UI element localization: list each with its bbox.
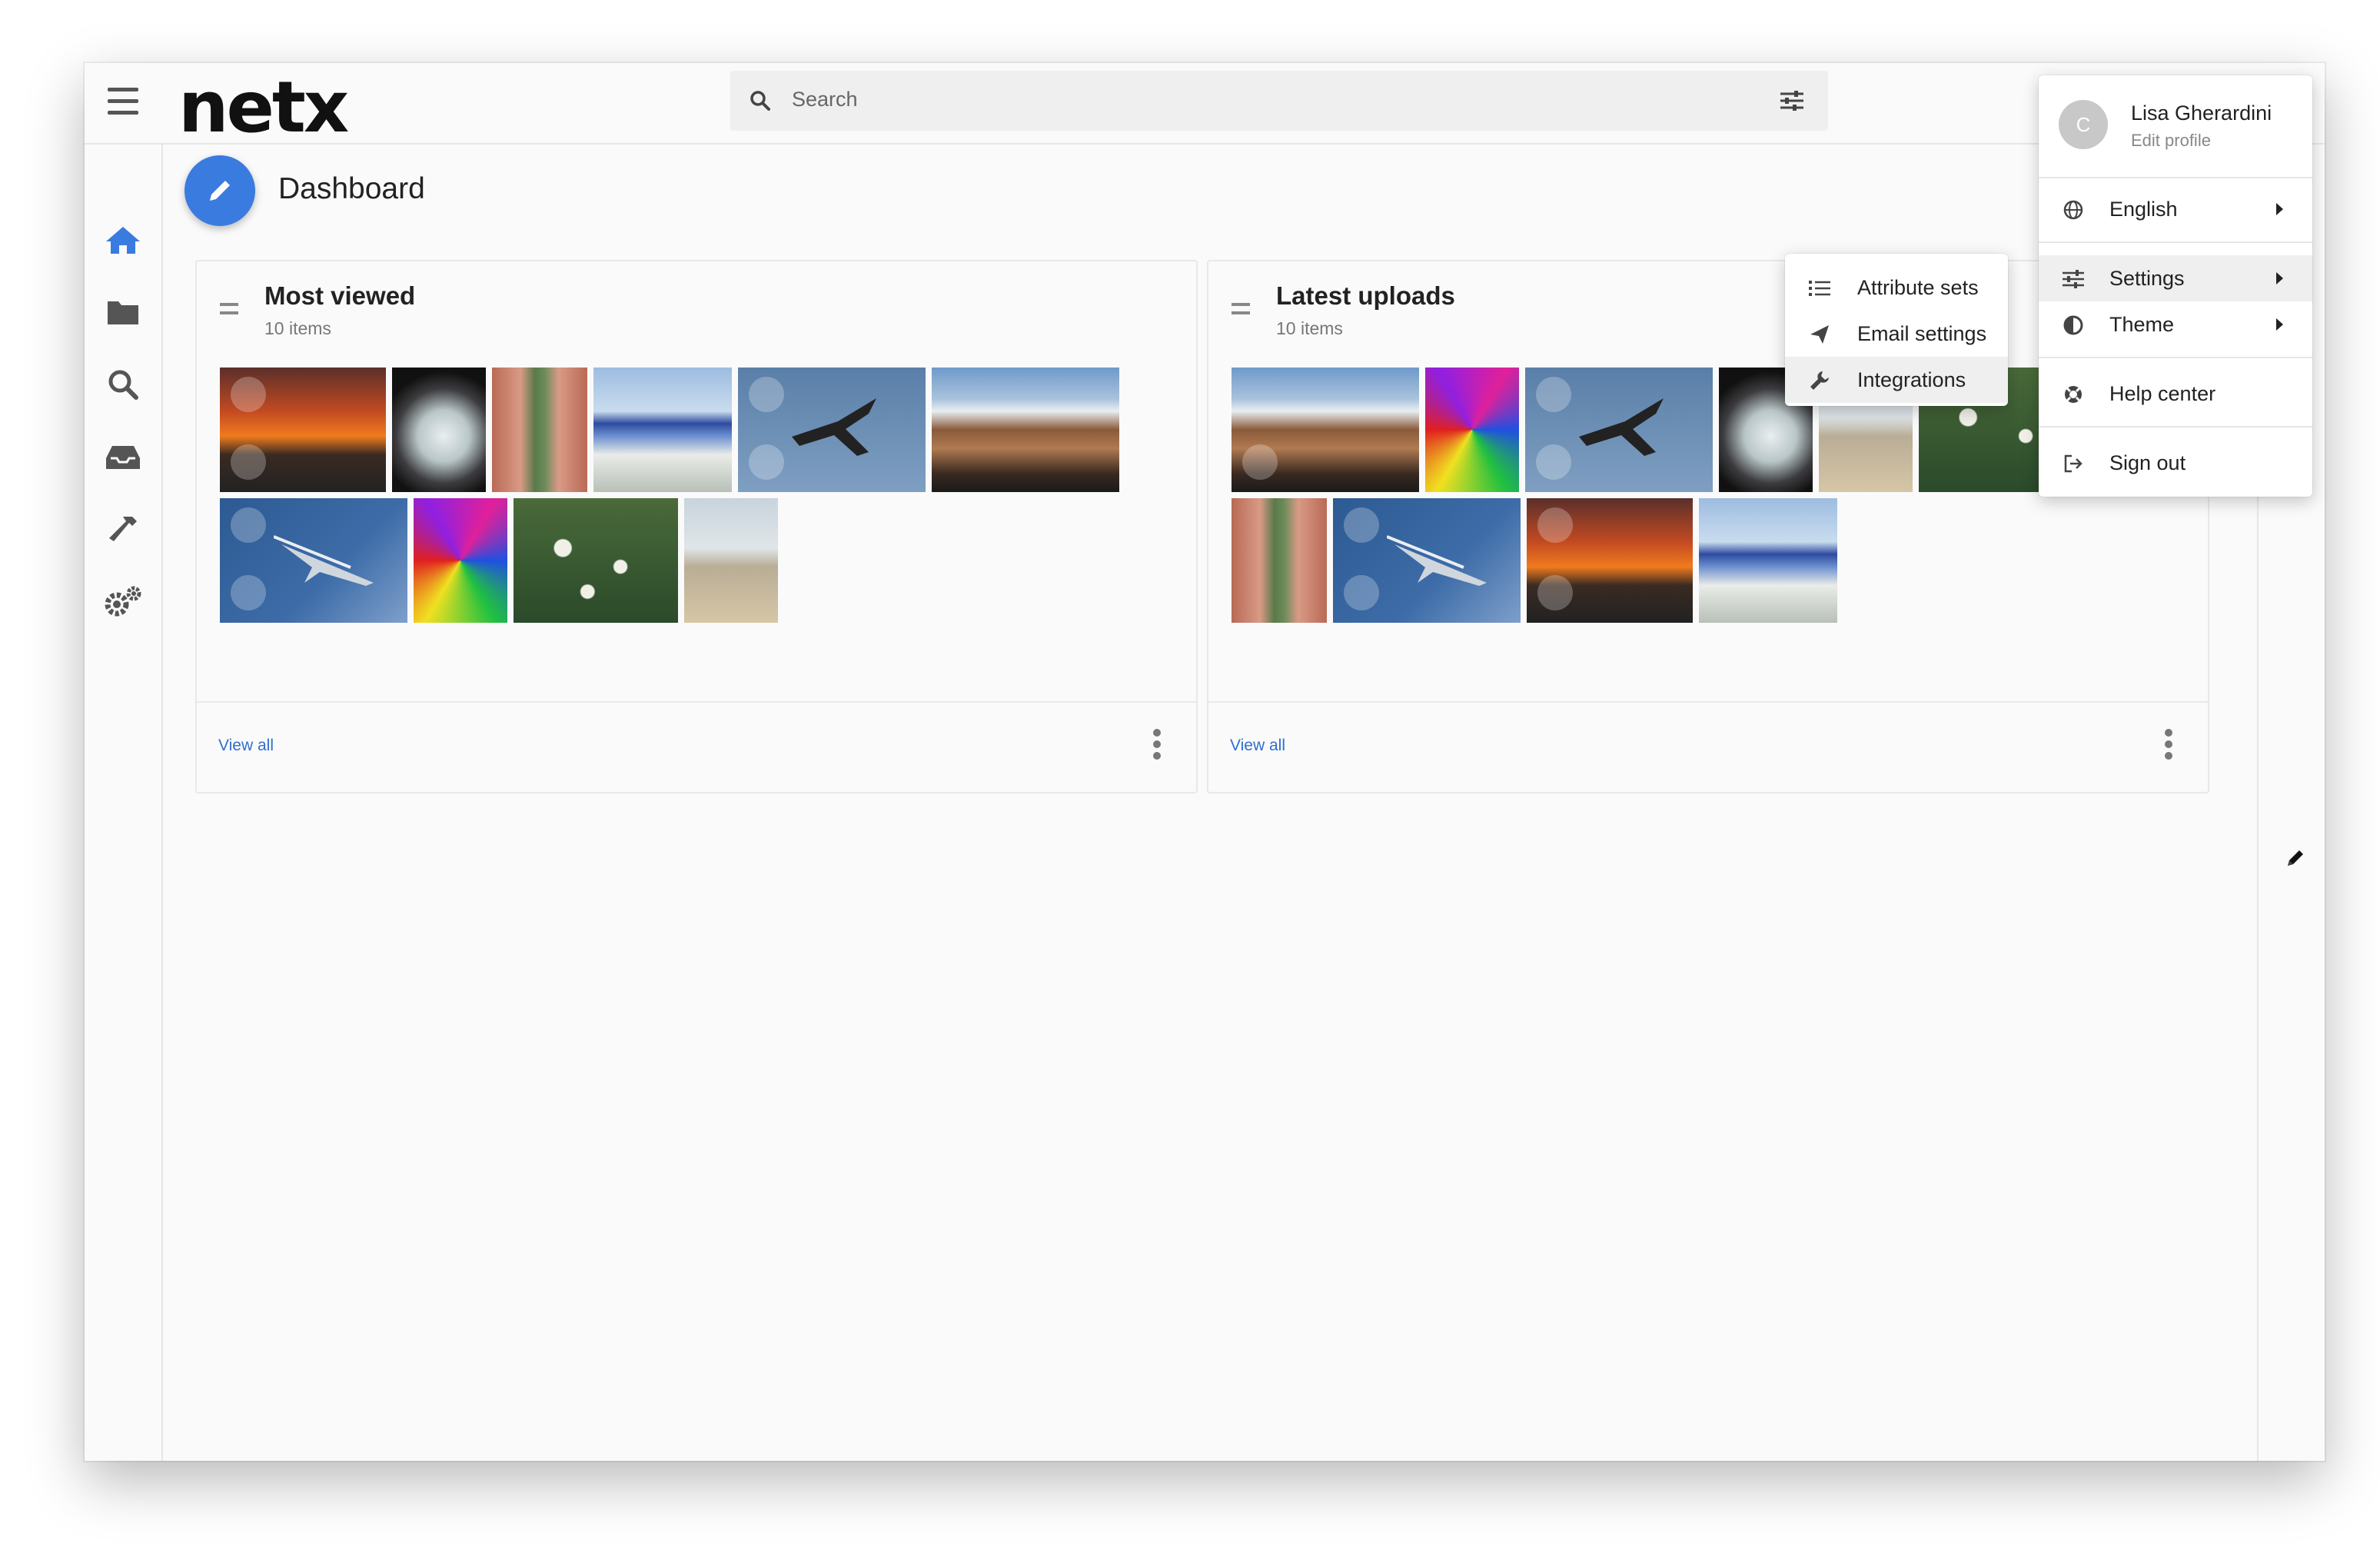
most-viewed-card: Most viewed 10 items View all xyxy=(195,260,1198,793)
thumbnail-succulent[interactable] xyxy=(392,368,486,492)
user-name: Lisa Gherardini xyxy=(2131,101,2272,125)
settings-gears-icon[interactable] xyxy=(103,581,143,621)
menu-icon[interactable] xyxy=(108,88,138,115)
menu-item-label: Settings xyxy=(2109,267,2185,290)
submenu-item-attribute-sets[interactable]: Attribute sets xyxy=(1785,264,2008,311)
folder-icon[interactable] xyxy=(103,292,143,332)
left-nav xyxy=(85,143,163,1461)
drag-handle-icon[interactable] xyxy=(1232,303,1250,320)
menu-item-label: Sign out xyxy=(2109,451,2186,474)
submenu-item-label: Email settings xyxy=(1857,322,1987,345)
edit-profile-link[interactable]: Edit profile xyxy=(2131,131,2211,151)
edit-dashboard-button[interactable] xyxy=(184,155,255,226)
hammer-icon[interactable] xyxy=(103,509,143,549)
home-icon[interactable] xyxy=(103,220,143,260)
wrench-icon xyxy=(1808,369,1831,392)
menu-item-label: Help center xyxy=(2109,382,2216,405)
search-icon[interactable] xyxy=(103,364,143,404)
search-icon xyxy=(750,91,770,111)
chevron-right-icon xyxy=(2276,203,2283,215)
card-count: 10 items xyxy=(264,318,331,338)
sign-out-icon xyxy=(2062,452,2085,475)
avatar-initial: C xyxy=(2076,112,2091,136)
chevron-right-icon xyxy=(2276,318,2283,331)
submenu-item-label: Attribute sets xyxy=(1857,276,1979,299)
lifebuoy-icon xyxy=(2062,383,2085,406)
app-logo[interactable]: netx xyxy=(178,66,349,148)
menu-item-label: English xyxy=(2109,198,2178,221)
drag-handle-icon[interactable] xyxy=(220,303,238,320)
thumbnail-airplane[interactable] xyxy=(738,368,926,492)
contrast-icon xyxy=(2062,314,2085,337)
settings-submenu: Attribute sets Email settings Integratio… xyxy=(1785,254,2008,406)
thumbnail-gate[interactable] xyxy=(1232,498,1327,623)
search-input[interactable]: Search xyxy=(792,88,858,111)
thumbnail-sunset[interactable] xyxy=(1527,498,1693,623)
view-all-link[interactable]: View all xyxy=(1230,737,1285,755)
list-icon xyxy=(1808,277,1831,300)
menu-divider xyxy=(2039,177,2312,178)
submenu-item-email-settings[interactable]: Email settings xyxy=(1785,311,2008,357)
thumbnail-beach[interactable] xyxy=(684,498,778,623)
sliders-icon xyxy=(2062,268,2085,291)
thumbnail-neon[interactable] xyxy=(1425,368,1519,492)
inbox-icon[interactable] xyxy=(103,437,143,477)
paper-plane-icon xyxy=(1808,323,1831,346)
profile-menu: C Lisa Gherardini Edit profile English S… xyxy=(2039,75,2312,497)
globe-icon xyxy=(2062,198,2085,221)
pencil-icon xyxy=(210,181,230,201)
card-title: Latest uploads xyxy=(1276,281,1455,310)
top-bar: netx Search xyxy=(85,63,2325,148)
thumbnail-neon[interactable] xyxy=(414,498,507,623)
avatar[interactable]: C xyxy=(2059,100,2108,149)
menu-divider xyxy=(2039,426,2312,427)
menu-item-help-center[interactable]: Help center xyxy=(2039,371,2312,417)
thumbnail-umbrellas[interactable] xyxy=(1699,498,1837,623)
thumbnail-mountains[interactable] xyxy=(1232,368,1419,492)
thumbnail-airplane[interactable] xyxy=(1525,368,1713,492)
card-title: Most viewed xyxy=(264,281,416,310)
menu-item-english[interactable]: English xyxy=(2039,186,2312,232)
more-options-icon[interactable] xyxy=(2165,729,2172,763)
edit-pencil-icon[interactable] xyxy=(2285,847,2306,869)
thumbnail-mountains[interactable] xyxy=(932,368,1119,492)
search-bar[interactable]: Search xyxy=(730,71,1828,131)
menu-item-sign-out[interactable]: Sign out xyxy=(2039,440,2312,486)
filter-sliders-icon[interactable] xyxy=(1779,89,1805,112)
thumbnail-sunset[interactable] xyxy=(220,368,386,492)
thumbnail-jets[interactable] xyxy=(1333,498,1521,623)
menu-divider xyxy=(2039,241,2312,243)
card-footer: View all xyxy=(1208,701,2208,792)
submenu-item-label: Integrations xyxy=(1857,368,1966,391)
view-all-link[interactable]: View all xyxy=(218,737,274,755)
submenu-item-integrations[interactable]: Integrations xyxy=(1785,357,2008,403)
thumbnail-flowers[interactable] xyxy=(514,498,678,623)
more-options-icon[interactable] xyxy=(1153,729,1161,763)
page-title: Dashboard xyxy=(278,172,425,205)
menu-item-theme[interactable]: Theme xyxy=(2039,301,2312,348)
card-footer: View all xyxy=(197,701,1196,792)
menu-item-label: Theme xyxy=(2109,313,2175,336)
chevron-right-icon xyxy=(2276,272,2283,284)
thumbnail-gate[interactable] xyxy=(492,368,587,492)
menu-divider xyxy=(2039,357,2312,358)
thumbnail-jets[interactable] xyxy=(220,498,407,623)
menu-item-settings[interactable]: Settings xyxy=(2039,255,2312,301)
thumbnail-umbrellas[interactable] xyxy=(593,368,732,492)
card-count: 10 items xyxy=(1276,318,1343,338)
